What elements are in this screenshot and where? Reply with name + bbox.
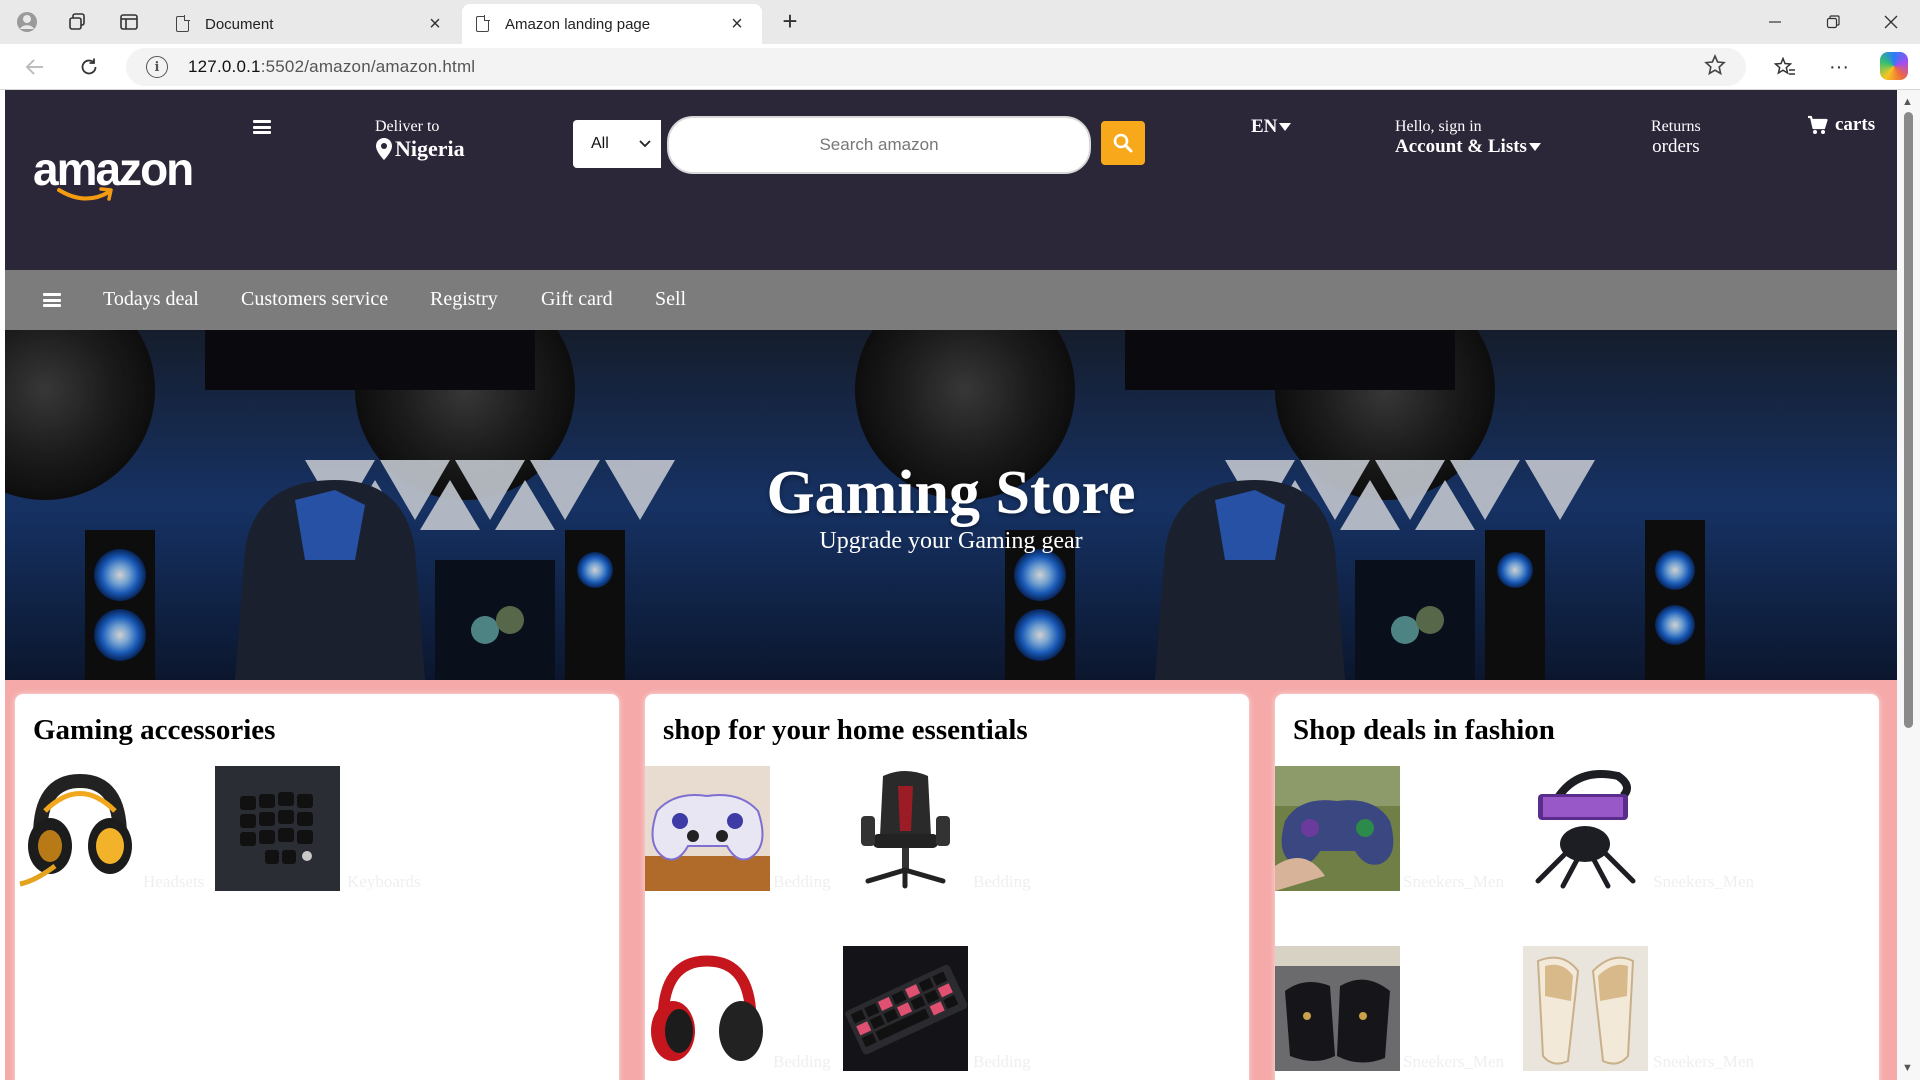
card-gaming-accessories: Gaming accessories Headsets Keyboards [15, 694, 619, 1080]
deliver-to[interactable]: Deliver to Nigeria [375, 118, 465, 162]
tab-title: Document [205, 15, 274, 33]
loafers-image[interactable] [1275, 946, 1400, 1071]
search-placeholder: Search amazon [819, 135, 939, 154]
document-icon [176, 15, 190, 32]
cart-label: carts [1835, 114, 1876, 135]
amazon-logo[interactable]: amazon [33, 146, 194, 216]
hero-banner: Gaming Store Upgrade your Gaming gear [5, 330, 1897, 680]
keyboard-image[interactable] [843, 946, 968, 1071]
copilot-icon[interactable] [1880, 52, 1908, 80]
product-caption: Bedding [773, 1052, 831, 1071]
card-title: shop for your home essentials [663, 714, 1028, 746]
page-viewport: amazon Deliver to Nigeria All Search ama… [5, 90, 1897, 1080]
hero-subtitle: Upgrade your Gaming gear [819, 528, 1083, 554]
tab-actions-icon[interactable] [110, 8, 148, 36]
workspaces-icon[interactable] [58, 8, 96, 36]
product-caption: Sneekers_Men [1653, 1052, 1755, 1071]
product-caption: Sneekers_Men [1403, 872, 1505, 891]
address-bar-row: i 127.0.0.1:5502/amazon/amazon.html ··· [0, 44, 1920, 90]
keypad-image[interactable] [215, 766, 340, 891]
product-cards-section: Gaming accessories Headsets Keyboards sh… [5, 680, 1897, 1080]
nav-sell[interactable]: Sell [655, 288, 686, 311]
product-caption: Sneekers_Men [1403, 1052, 1505, 1071]
page-scrollbar[interactable]: ▲ ▼ [1897, 90, 1920, 1080]
product-caption: Bedding [973, 1052, 1031, 1071]
nav-registry[interactable]: Registry [430, 288, 498, 311]
url-text: 127.0.0.1:5502/amazon/amazon.html [188, 57, 476, 76]
nav-customers-service[interactable]: Customers service [241, 288, 388, 311]
tab-document[interactable]: Document × [162, 4, 460, 44]
profile-icon[interactable] [8, 8, 46, 36]
back-button[interactable] [18, 52, 52, 82]
url-field[interactable]: i 127.0.0.1:5502/amazon/amazon.html [126, 48, 1746, 86]
returns-orders[interactable]: Returns orders [1651, 118, 1701, 158]
tab-amazon-landing-page[interactable]: Amazon landing page × [462, 4, 762, 44]
card-title: Shop deals in fashion [1293, 714, 1555, 746]
favorites-icon[interactable] [1768, 52, 1802, 82]
language-label: EN [1251, 116, 1278, 137]
greeting-label: Hello, sign in [1395, 118, 1482, 135]
more-options-icon[interactable]: ··· [1822, 52, 1856, 82]
card-home-essentials: shop for your home essentials Bedding Be… [645, 694, 1249, 1080]
nav-todays-deal[interactable]: Todays deal [103, 288, 199, 311]
cart-button[interactable]: carts [1807, 114, 1875, 136]
product-caption: Headsets [143, 872, 205, 891]
hero-title: Gaming Store [766, 459, 1136, 527]
product-caption: Bedding [773, 872, 831, 891]
card-fashion-deals: Shop deals in fashion Sneekers_Men Sneek… [1275, 694, 1879, 1080]
browser-tab-bar: Document × Amazon landing page × + [0, 0, 1920, 44]
document-icon [476, 15, 490, 32]
deliver-label: Deliver to [375, 118, 440, 135]
search-category-select[interactable]: All [573, 120, 661, 168]
search-icon [1113, 133, 1133, 153]
slippers-image[interactable] [1523, 946, 1648, 1071]
scroll-up-icon[interactable]: ▲ [1902, 96, 1913, 108]
product-caption: Keyboards [347, 872, 421, 891]
headset-image[interactable] [15, 766, 140, 891]
nav-gift-card[interactable]: Gift card [541, 288, 613, 311]
favorite-star-icon[interactable] [1704, 53, 1726, 82]
header-menu-icon[interactable] [253, 120, 271, 134]
location-pin-icon [376, 138, 392, 160]
product-caption: Sneekers_Men [1653, 872, 1755, 891]
gaming-chair-image[interactable] [843, 766, 968, 891]
search-category-value: All [591, 135, 609, 152]
secondary-nav: Todays deal Customers service Registry G… [5, 270, 1897, 330]
scroll-down-icon[interactable]: ▼ [1902, 1062, 1913, 1074]
controller-image[interactable] [1275, 766, 1400, 891]
cart-icon [1808, 115, 1828, 134]
new-tab-button[interactable]: + [774, 8, 806, 36]
chevron-down-icon [639, 140, 651, 148]
amazon-header: amazon Deliver to Nigeria All Search ama… [5, 90, 1897, 270]
close-window-button[interactable] [1864, 0, 1918, 44]
controller-image[interactable] [645, 766, 770, 891]
headphones-image[interactable] [645, 946, 770, 1071]
card-title: Gaming accessories [33, 714, 276, 746]
account-and-lists[interactable]: Hello, sign in Account & Lists [1395, 118, 1541, 158]
smile-arrow-icon [57, 187, 113, 201]
all-menu-icon[interactable] [43, 293, 61, 307]
language-selector[interactable]: EN [1251, 116, 1292, 138]
refresh-button[interactable] [72, 52, 106, 82]
gaming-cockpit-image[interactable] [1523, 766, 1648, 891]
scroll-thumb[interactable] [1904, 112, 1913, 728]
caret-down-icon [1528, 143, 1541, 151]
restore-button[interactable] [1806, 0, 1860, 44]
orders-label: orders [1652, 136, 1700, 157]
returns-label: Returns [1651, 118, 1701, 135]
tab-title: Amazon landing page [505, 15, 651, 33]
deliver-location: Nigeria [375, 136, 465, 162]
account-lists-label: Account & Lists [1395, 136, 1541, 158]
close-icon[interactable]: × [726, 13, 748, 36]
product-caption: Bedding [973, 872, 1031, 891]
minimize-button[interactable] [1748, 0, 1802, 44]
site-info-icon[interactable]: i [146, 56, 168, 78]
close-icon[interactable]: × [424, 13, 446, 36]
search-input[interactable]: Search amazon [667, 116, 1091, 174]
caret-down-icon [1279, 123, 1292, 131]
search-button[interactable] [1101, 121, 1145, 165]
